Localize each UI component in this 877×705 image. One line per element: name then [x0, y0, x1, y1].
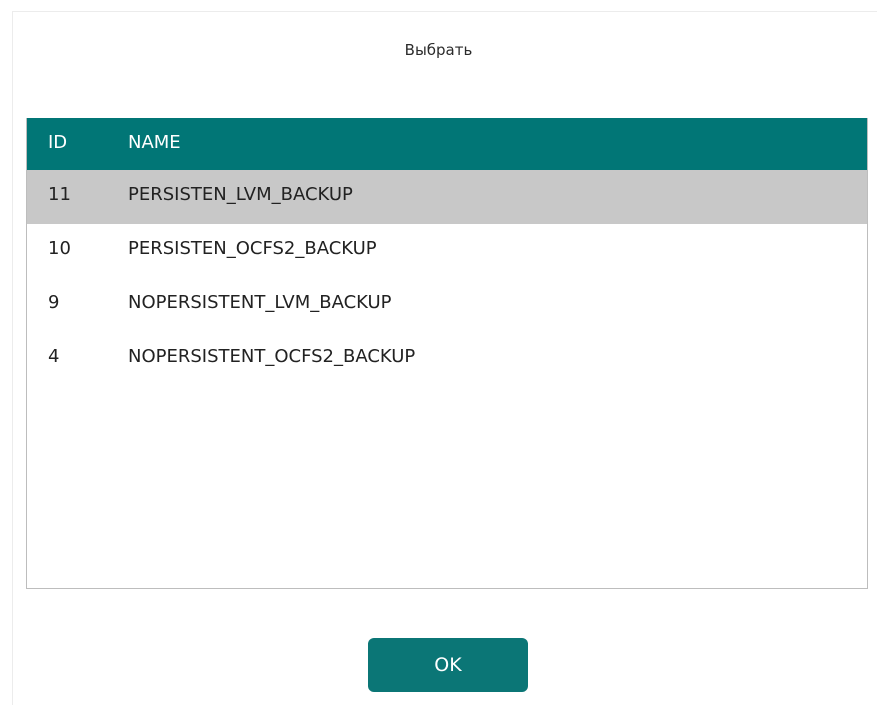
column-header-name[interactable]: NAME: [128, 132, 848, 153]
column-header-id[interactable]: ID: [48, 132, 118, 153]
row-name-cell: PERSISTEN_LVM_BACKUP: [128, 184, 353, 205]
table-row[interactable]: 4 NOPERSISTENT_OCFS2_BACKUP: [27, 332, 867, 386]
datastore-table: ID NAME 11 PERSISTEN_LVM_BACKUP 10 PERSI…: [26, 118, 868, 589]
table-header: ID NAME: [27, 118, 867, 170]
row-id-cell: 4: [48, 346, 60, 367]
row-name-cell: PERSISTEN_OCFS2_BACKUP: [128, 238, 377, 259]
ok-button[interactable]: OK: [368, 638, 528, 692]
select-dialog: Выбрать ID NAME 11 PERSISTEN_LVM_BACKUP …: [0, 0, 877, 705]
row-name-cell: NOPERSISTENT_LVM_BACKUP: [128, 292, 392, 313]
table-row[interactable]: 10 PERSISTEN_OCFS2_BACKUP: [27, 224, 867, 278]
table-row[interactable]: 9 NOPERSISTENT_LVM_BACKUP: [27, 278, 867, 332]
dialog-title: Выбрать: [404, 41, 473, 59]
row-id-cell: 11: [48, 184, 71, 205]
table-row[interactable]: 11 PERSISTEN_LVM_BACKUP: [27, 170, 867, 224]
row-id-cell: 10: [48, 238, 71, 259]
row-name-cell: NOPERSISTENT_OCFS2_BACKUP: [128, 346, 416, 367]
dialog-left-border: [12, 11, 13, 705]
row-id-cell: 9: [48, 292, 60, 313]
dialog-top-border: [12, 11, 877, 12]
